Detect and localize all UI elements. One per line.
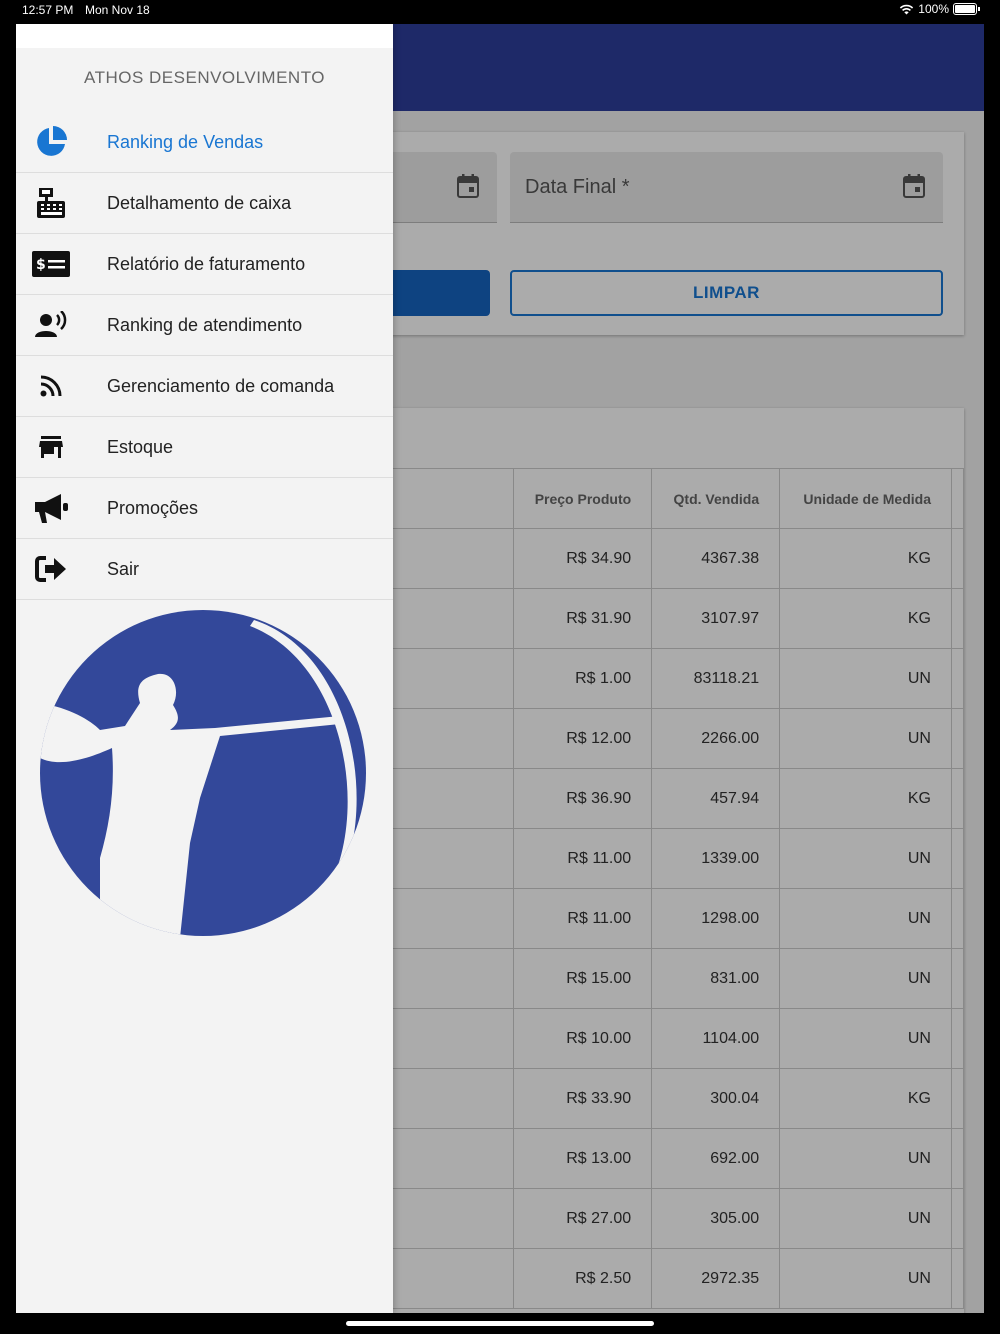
menu-item-estoque[interactable]: Estoque	[16, 417, 393, 478]
rss-feed-icon	[32, 368, 70, 404]
menu-item-ranking-atendimento[interactable]: Ranking de atendimento	[16, 295, 393, 356]
status-right: 100%	[899, 2, 980, 16]
sign-out-icon	[32, 551, 70, 587]
menu-item-ranking-vendas[interactable]: Ranking de Vendas	[16, 112, 393, 173]
menu-item-label: Detalhamento de caixa	[107, 192, 292, 213]
menu-item-label: Relatório de faturamento	[107, 253, 306, 274]
menu-item-gerenciamento-comanda[interactable]: Gerenciamento de comanda	[16, 356, 393, 417]
store-icon	[32, 429, 70, 465]
money-check-icon: $	[32, 246, 70, 282]
megaphone-icon	[32, 490, 70, 526]
menu-item-relatorio-faturamento[interactable]: $ Relatório de faturamento	[16, 234, 393, 295]
cash-register-icon	[32, 185, 70, 221]
status-date: Mon Nov 18	[85, 3, 150, 17]
battery-percent: 100%	[918, 2, 949, 16]
menu-item-label: Promoções	[107, 497, 199, 518]
home-indicator[interactable]	[346, 1321, 654, 1326]
navigation-drawer: ATHOS DESENVOLVIMENTO Ranking de Vendas	[16, 24, 393, 1313]
drawer-menu: Ranking de Vendas Detalhamento de caixa	[16, 112, 393, 600]
app-screen: Data Final * LIMPAR Preço Produto Qtd. V…	[16, 24, 984, 1313]
menu-item-promocoes[interactable]: Promoções	[16, 478, 393, 539]
archer-logo	[40, 610, 366, 936]
menu-item-label: Ranking de Vendas	[107, 131, 264, 152]
menu-item-label: Estoque	[107, 436, 174, 457]
drawer-title: ATHOS DESENVOLVIMENTO	[84, 68, 325, 87]
svg-text:$: $	[36, 257, 46, 273]
menu-item-sair[interactable]: Sair	[16, 539, 393, 600]
wifi-icon	[900, 4, 914, 14]
status-bar: 12:57 PM Mon Nov 18 100%	[0, 0, 1000, 22]
battery-icon	[953, 3, 977, 15]
status-time: 12:57 PM	[22, 3, 74, 17]
menu-item-label: Sair	[107, 558, 140, 579]
pie-chart-icon	[32, 124, 70, 160]
menu-item-detalhamento-caixa[interactable]: Detalhamento de caixa	[16, 173, 393, 234]
menu-item-label: Gerenciamento de comanda	[107, 375, 335, 396]
menu-item-label: Ranking de atendimento	[107, 314, 303, 335]
person-voice-icon	[32, 307, 70, 343]
